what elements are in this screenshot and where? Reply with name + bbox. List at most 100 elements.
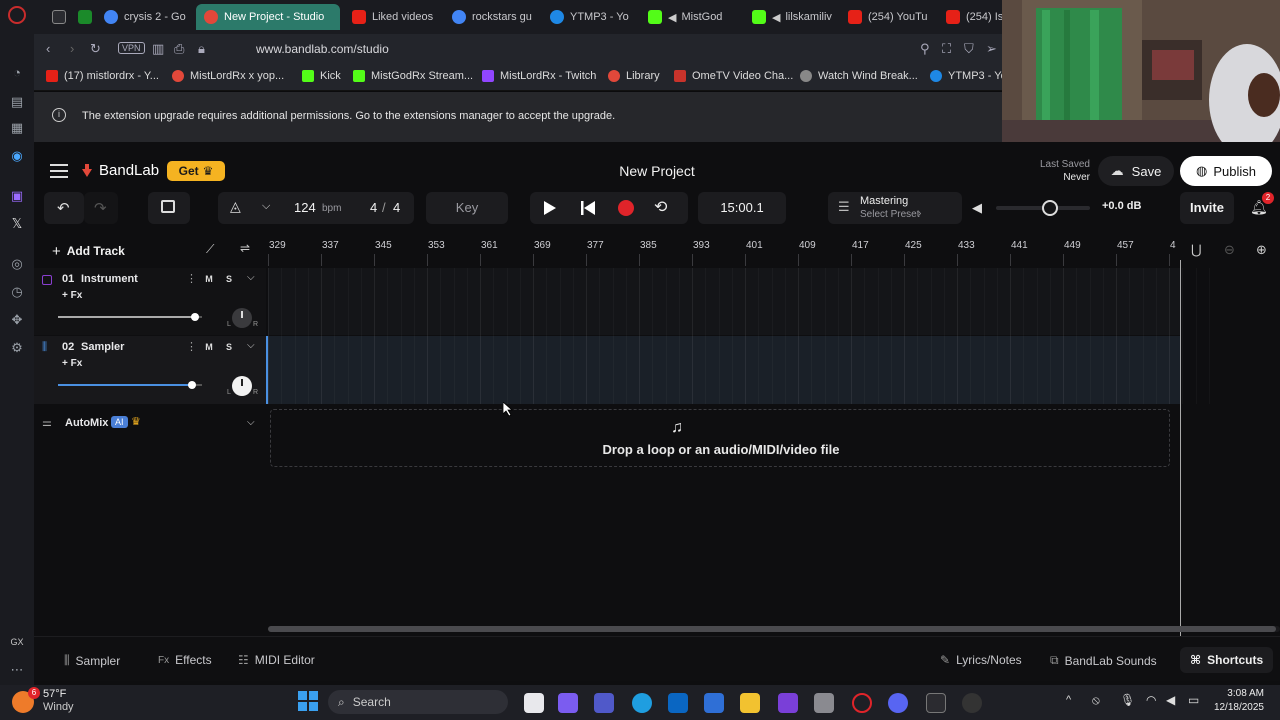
redo-button[interactable]: ↷ [84, 192, 118, 224]
kebab-icon[interactable]: ⋮ [186, 340, 197, 353]
track-volume-slider[interactable] [58, 381, 202, 389]
scrollbar-thumb[interactable] [268, 626, 1276, 632]
drop-zone[interactable]: ♫ Drop a loop or an audio/MIDI/video fil… [270, 409, 1170, 467]
messenger-icon[interactable]: ◉ [7, 146, 27, 166]
clock-time[interactable]: 3:08 AM [1206, 688, 1264, 699]
zoom-out-icon[interactable]: ⊖ [1224, 242, 1235, 258]
kebab-icon[interactable]: ⋮ [186, 272, 197, 285]
bookmark-8[interactable]: YTMP3 - Yo [930, 70, 1007, 82]
bandlab-sounds-tab[interactable]: ⧉ BandLab Sounds [1050, 653, 1157, 668]
pinboard-icon[interactable]: ▦ [7, 118, 27, 138]
undo-button[interactable]: ↶ [44, 192, 84, 224]
lyrics-notes-tab[interactable]: ✎ Lyrics/Notes [940, 653, 1022, 667]
sampler-tab[interactable]: ⫼ Sampler [64, 653, 120, 668]
automix-row[interactable]: ⚌ AutoMix AI ♛ ⌵ [34, 408, 266, 438]
bpm-value[interactable]: 124 [294, 200, 316, 215]
battery-icon[interactable]: ▭ [1188, 693, 1199, 707]
speaker-icon[interactable]: ◀︎ [972, 200, 982, 216]
x-icon[interactable]: 𝕏 [7, 214, 27, 234]
tab-5[interactable]: rockstars gu [444, 4, 540, 30]
publish-button[interactable]: ◍ Publish [1180, 156, 1272, 186]
toggle-sidebar-button[interactable] [148, 192, 190, 224]
clipchamp-icon[interactable] [778, 693, 798, 713]
history-icon[interactable]: ◷ [7, 282, 27, 302]
pan-knob[interactable] [232, 376, 252, 396]
track-name[interactable]: Instrument [81, 273, 138, 285]
horizontal-scrollbar[interactable] [268, 626, 1280, 632]
track-lane-instrument[interactable] [268, 268, 1180, 335]
bookmark-3[interactable]: MistGodRx Stream... [353, 70, 473, 82]
timeline-ruler[interactable]: 329 337 345 353 361 369 377 385 393 401 409 417 425 4… [268, 236, 1180, 266]
zoom-in-icon[interactable]: ⊕ [1256, 242, 1267, 258]
time-signature-numerator[interactable]: 4 [370, 200, 377, 215]
bookmark-2[interactable]: Kick [302, 70, 341, 82]
aria-icon[interactable]: ◔ [7, 62, 27, 82]
url-field[interactable]: www.bandlab.com/studio [256, 42, 389, 56]
print-icon[interactable]: ⎙ [174, 41, 184, 57]
bookmark-6[interactable]: OmeTV Video Cha... [674, 70, 793, 82]
tab-2[interactable]: crysis 2 - Go [96, 4, 196, 30]
wifi-icon[interactable]: ◠ [1146, 693, 1156, 707]
bookmark-0[interactable]: (17) mistlordrx - Y... [46, 70, 159, 82]
play-icon[interactable] [544, 201, 556, 215]
tab-6[interactable]: YTMP3 - Yo [542, 4, 638, 30]
back-icon[interactable]: ‹ [46, 41, 50, 56]
tab-bandlab-studio[interactable]: New Project - Studio [196, 4, 340, 30]
bookmark-4[interactable]: MistLordRx - Twitch [482, 70, 596, 82]
shield-icon[interactable]: ⛉ [964, 41, 974, 57]
tray-app-icon[interactable]: ⦸ [1092, 693, 1100, 708]
tray-chevron-icon[interactable]: ^ [1066, 694, 1071, 706]
add-track-button[interactable]: + Add Track [42, 238, 134, 264]
bookmark-7[interactable]: Watch Wind Break... [800, 70, 918, 82]
tab-8[interactable]: ◀ lilskamiliv [744, 4, 838, 30]
opera-logo-icon[interactable] [8, 6, 26, 24]
player-icon[interactable]: ◎ [7, 254, 27, 274]
track-header-sampler[interactable]: ⫼ 02 Sampler ⋮ M S ⌵ + Fx L R [34, 336, 266, 404]
more-icon[interactable]: ⋯ [7, 660, 27, 680]
media-player-icon[interactable] [962, 693, 982, 713]
shortcuts-button[interactable]: ⌘ Shortcuts [1180, 647, 1274, 673]
obs-icon[interactable] [926, 693, 946, 713]
chevron-down-icon[interactable]: ⌵ [262, 200, 270, 213]
time-display[interactable]: 15:00.1 [698, 192, 786, 224]
skip-back-icon[interactable] [581, 201, 595, 215]
discord-icon[interactable] [888, 693, 908, 713]
bookmark-5[interactable]: Library [608, 70, 660, 82]
effects-tab[interactable]: Fx Effects [158, 653, 212, 667]
magnet-icon[interactable]: ⋃ [1191, 242, 1202, 258]
clock-date[interactable]: 12/18/2025 [1206, 702, 1264, 713]
windows-start-icon[interactable] [298, 691, 318, 711]
invite-button[interactable]: Invite [1180, 192, 1234, 224]
twitch-icon[interactable]: ▣ [7, 186, 27, 206]
midi-editor-tab[interactable]: ☷ MIDI Editor [238, 653, 315, 667]
loop-icon[interactable]: ⟲ [654, 197, 667, 217]
teams-icon[interactable] [594, 693, 614, 713]
add-fx-button[interactable]: + Fx [62, 358, 82, 369]
key-button[interactable]: Key [426, 192, 508, 224]
track-name[interactable]: Sampler [81, 341, 124, 353]
extensions-icon[interactable]: ✥ [7, 310, 27, 330]
camera-icon[interactable] [814, 693, 834, 713]
forward-icon[interactable]: › [70, 41, 74, 56]
reload-icon[interactable]: ↻ [90, 41, 101, 57]
taskbar-search[interactable]: ⌕ Search [328, 690, 508, 714]
outlook-icon[interactable] [704, 693, 724, 713]
chevron-down-icon[interactable]: ⌵ [247, 272, 255, 283]
pin-icon[interactable]: ⚲ [920, 41, 930, 57]
copilot-icon[interactable] [558, 693, 578, 713]
tab-0[interactable] [44, 4, 68, 30]
mute-button[interactable]: M [202, 340, 216, 354]
automation-icon[interactable]: ⟋ [206, 242, 214, 257]
time-signature-denominator[interactable]: 4 [393, 200, 400, 215]
dropbox-icon[interactable] [668, 693, 688, 713]
task-view-icon[interactable] [524, 693, 544, 713]
master-volume-slider[interactable] [996, 200, 1090, 216]
metronome-icon[interactable]: ◬ [230, 198, 241, 215]
settings-icon[interactable]: ⚙ [7, 338, 27, 358]
chevron-down-icon[interactable]: ⌵ [247, 417, 255, 428]
chevron-down-icon[interactable]: ⌵ [247, 340, 255, 351]
track-lane-sampler[interactable] [266, 336, 1180, 404]
file-explorer-icon[interactable] [740, 693, 760, 713]
share-icon[interactable]: ➢ [986, 41, 997, 57]
tab-7[interactable]: ◀ MistGod [640, 4, 736, 30]
